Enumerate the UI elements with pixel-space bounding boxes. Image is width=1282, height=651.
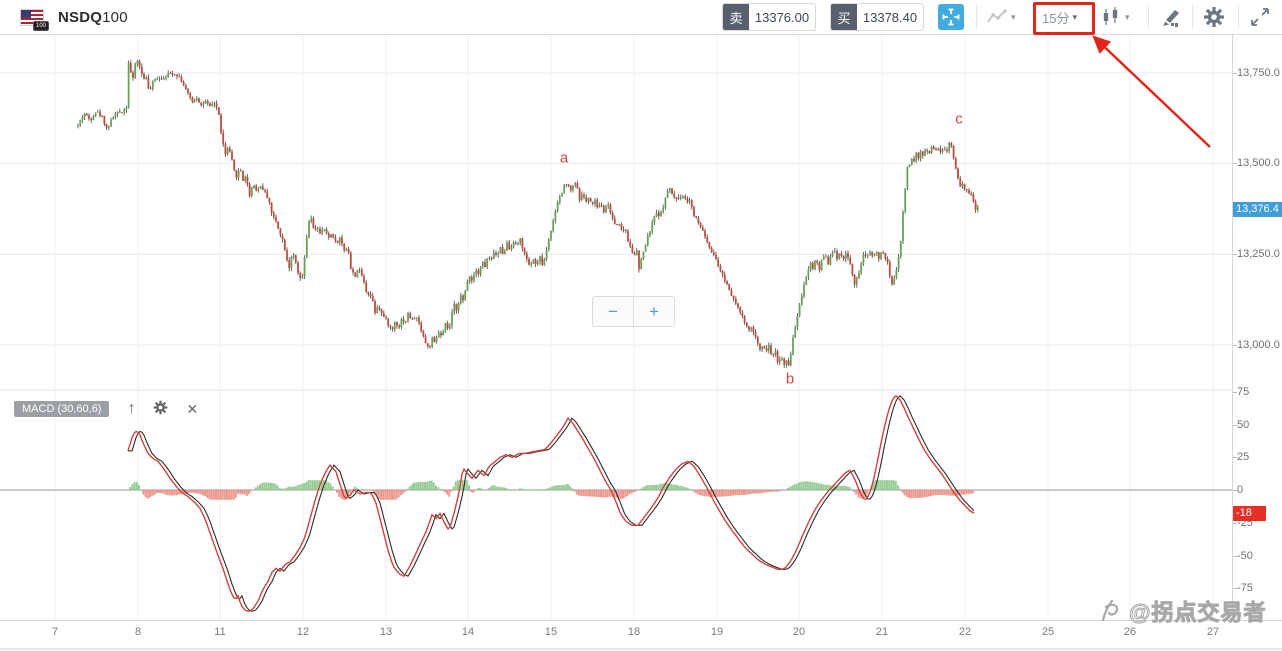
sell-label: 卖: [723, 4, 749, 30]
axis-tick: [1233, 254, 1237, 255]
macd-axis-label: -75: [1237, 582, 1253, 594]
macd-value-badge: -18: [1233, 506, 1266, 521]
macd-axis-label: 25: [1237, 451, 1250, 463]
flag-100-badge: 100: [32, 20, 49, 31]
axis-tick: [1233, 588, 1237, 589]
x-axis-label: 27: [1206, 626, 1220, 638]
macd-axis-label: 50: [1237, 419, 1250, 431]
x-axis-label: 19: [710, 626, 724, 638]
sell-button[interactable]: 卖 13376.00: [722, 3, 816, 31]
pencil-icon: [1163, 10, 1179, 27]
collapse-arrow-button[interactable]: ↑: [127, 400, 135, 417]
axis-tick: [1233, 392, 1237, 393]
candlestick-series: [77, 59, 979, 368]
top-toolbar: 100 NSDQ100 卖 13376.00 买 13378.40 ▾ 15分 …: [0, 0, 1282, 35]
candle-style-dropdown[interactable]: ▾: [1100, 0, 1130, 34]
axis-tick: [1233, 556, 1237, 557]
axis-tick: [1233, 163, 1237, 164]
trading-app-window: 100 NSDQ100 卖 13376.00 买 13378.40 ▾ 15分 …: [0, 0, 1282, 651]
price-axis-label: 13,250.0: [1237, 248, 1280, 260]
line-chart-icon: [987, 9, 1007, 23]
instrument-name-light: 100: [102, 8, 128, 26]
x-axis-label: 15: [544, 626, 558, 638]
last-price-badge: 13,376.4: [1233, 202, 1282, 217]
macd-indicator-header: MACD (30,60,6) ↑ ✕: [14, 400, 198, 417]
x-axis-label: 8: [134, 626, 142, 638]
gear-icon: [154, 400, 168, 415]
chevron-down-icon: ▾: [1011, 11, 1016, 22]
toolbar-separator: [1192, 5, 1193, 29]
zoom-in-button[interactable]: +: [634, 296, 675, 327]
x-axis-label: 11: [214, 626, 226, 638]
x-axis-label: 21: [875, 626, 889, 638]
chevron-down-icon: ▾: [1125, 11, 1130, 22]
candlestick-icon: [1103, 7, 1118, 25]
buy-label: 买: [831, 4, 857, 30]
instrument-name: NSDQ100: [58, 9, 128, 26]
macd-indicator-badge: MACD (30,60,6): [14, 400, 110, 417]
axis-tick: [1233, 457, 1237, 458]
price-axis-label: 13,000.0: [1237, 339, 1280, 351]
instrument-name-bold: NSDQ: [58, 8, 103, 26]
x-axis-label: 22: [958, 626, 972, 638]
crosshair-button[interactable]: [938, 4, 964, 30]
macd-axis-label: -50: [1237, 550, 1253, 562]
x-axis-label: 20: [792, 626, 806, 638]
axis-tick: [1233, 73, 1237, 74]
x-axis-label: 14: [461, 626, 475, 638]
instrument-info: 100 NSDQ100: [20, 0, 128, 34]
toolbar-separator: [1148, 5, 1149, 29]
crosshair-icon: [942, 8, 960, 26]
x-axis-label: 26: [1123, 626, 1137, 638]
fullscreen-button[interactable]: [1250, 0, 1270, 34]
zoom-controls: − +: [592, 296, 675, 327]
settings-button[interactable]: [1203, 0, 1225, 34]
chevron-down-icon: ▾: [1072, 11, 1077, 22]
price-axis-label: 13,750.0: [1237, 67, 1280, 79]
buy-price: 13378.40: [862, 9, 918, 25]
drawing-tools-button[interactable]: [1158, 0, 1182, 34]
chart-layers: [0, 34, 1232, 620]
price-axis-label: 13,500.0: [1237, 157, 1280, 169]
x-axis-label: 18: [627, 626, 641, 638]
axis-tick: [1233, 425, 1237, 426]
toolbar-separator: [1238, 5, 1239, 29]
macd-axis-label: 75: [1237, 386, 1250, 398]
indicator-settings-button[interactable]: [153, 400, 168, 417]
time-axis[interactable]: 7 8 11 12 13 14 15 18 19 20 21 22 25 26 27: [0, 620, 1282, 649]
chart-type-dropdown[interactable]: ▾: [986, 0, 1016, 34]
wave-label-c: c: [955, 110, 963, 128]
x-axis-label: 12: [296, 626, 310, 638]
expand-icon: [1251, 8, 1269, 26]
wave-label-b: b: [785, 370, 795, 388]
wave-label-a: a: [559, 149, 569, 167]
flag-canton: [21, 9, 31, 18]
axis-tick: [1233, 345, 1237, 346]
timeframe-dropdown[interactable]: 15分 ▾: [1042, 0, 1077, 34]
price-chart[interactable]: [0, 34, 1232, 651]
instrument-flag-icon: 100: [20, 8, 49, 31]
x-axis-label: 7: [51, 626, 59, 638]
gear-icon: [1204, 7, 1224, 27]
macd-axis-label: 0: [1237, 484, 1244, 496]
toolbar-separator: [976, 5, 977, 29]
x-axis-label: 25: [1041, 626, 1055, 638]
axis-tick: [1233, 490, 1237, 491]
axis-tick: [1233, 523, 1237, 524]
buy-button[interactable]: 买 13378.40: [830, 3, 924, 31]
x-axis-label: 13: [379, 626, 393, 638]
sell-price: 13376.00: [754, 9, 810, 25]
indicator-close-button[interactable]: ✕: [186, 402, 198, 416]
price-axis[interactable]: 13,750.0 13,500.0 13,250.0 13,000.0 75 50 25 0 -…: [1232, 34, 1282, 620]
zoom-out-button[interactable]: −: [592, 296, 634, 327]
timeframe-label: 15分: [1042, 10, 1070, 26]
